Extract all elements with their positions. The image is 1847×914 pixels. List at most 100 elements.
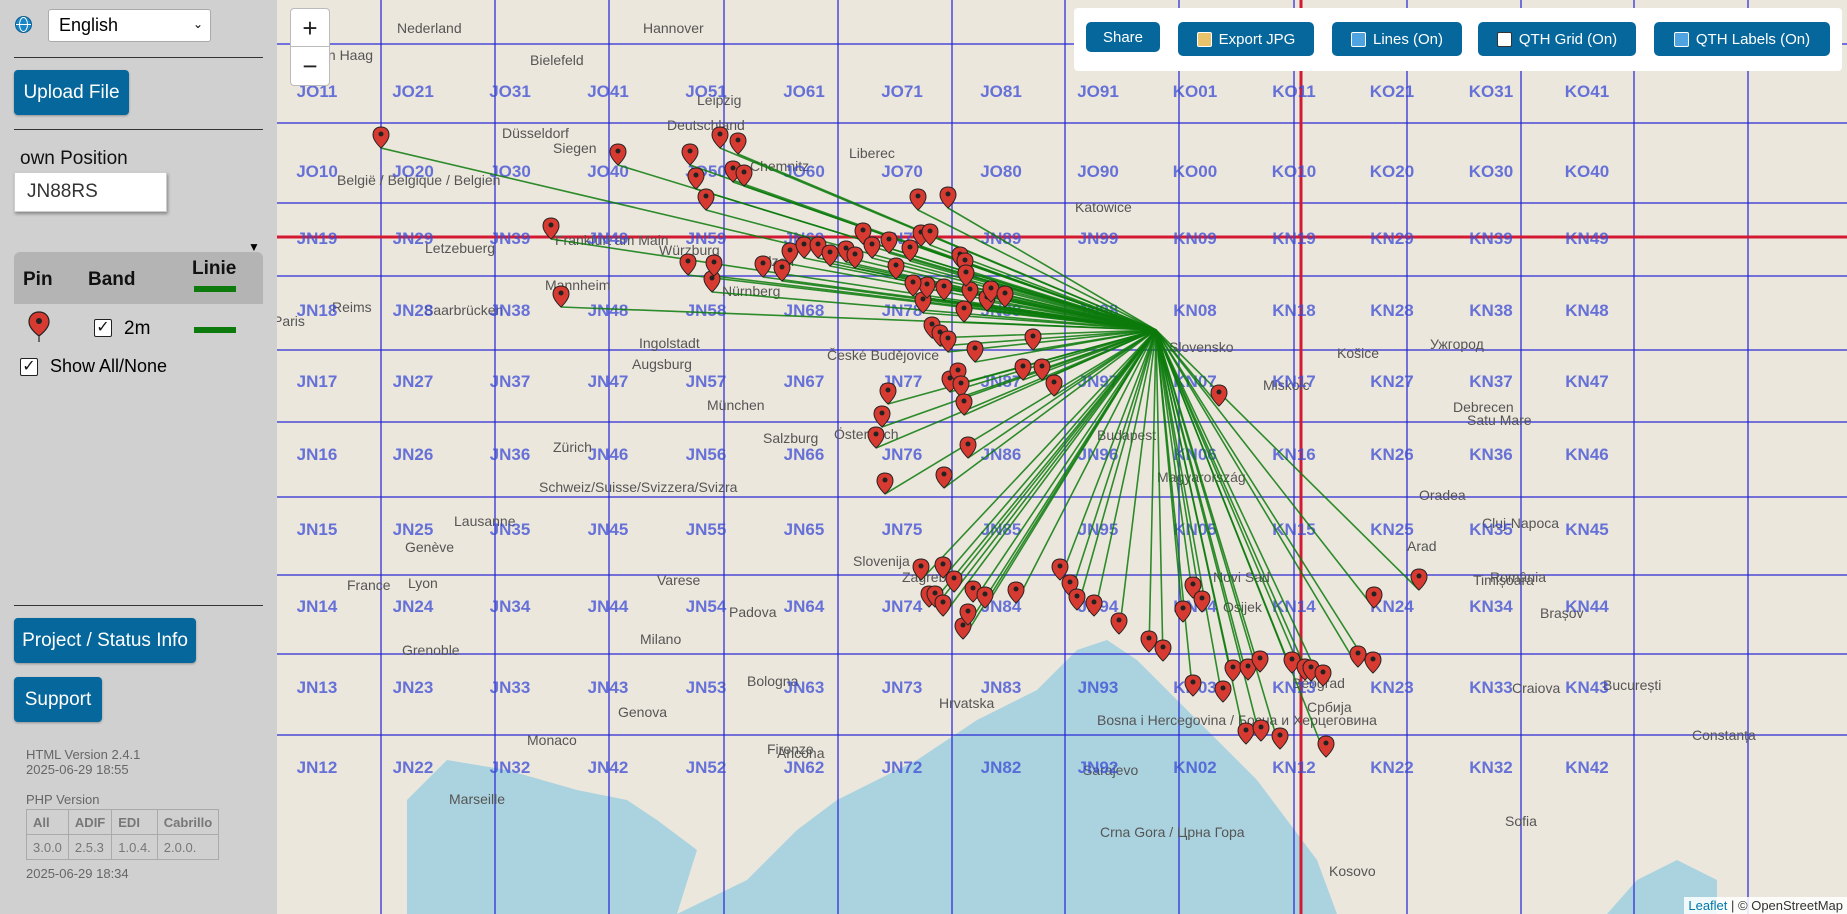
support-button[interactable]: Support: [14, 677, 102, 722]
qth-grid-label: KO30: [1469, 162, 1513, 181]
map-toolbar: Share Export JPG Lines (On) QTH Grid (On…: [1074, 8, 1842, 71]
qth-grid-label: JN93: [1078, 678, 1119, 697]
qth-grid-label: JN73: [882, 678, 923, 697]
qth-grid-label: JO91: [1077, 82, 1119, 101]
qth-grid-label: KN19: [1272, 229, 1315, 248]
place-label: Letzebuerg: [425, 240, 495, 256]
qth-grid-label: JN16: [297, 445, 338, 464]
band-label: 2m: [124, 318, 151, 339]
qth-grid-label: KN28: [1370, 301, 1413, 320]
qth-grid-label: JN92: [1078, 758, 1119, 777]
qth-grid-label: KO11: [1272, 82, 1315, 101]
qth-grid-label: JN53: [686, 678, 727, 697]
qth-grid-label: JN33: [490, 678, 531, 697]
qth-grid-label: JN42: [588, 758, 629, 777]
band-line-swatch[interactable]: [194, 327, 236, 333]
arrow-right-icon: [1350, 31, 1366, 47]
place-label: Bosna i Hercegovina / Босна и Херцеговин…: [1097, 712, 1377, 728]
place-label: Siegen: [553, 140, 597, 156]
qth-grid-label: JN83: [981, 678, 1022, 697]
qth-grid-label: JN12: [297, 758, 338, 777]
leaflet-link[interactable]: Leaflet: [1688, 898, 1727, 913]
qth-grid-label: JN34: [490, 597, 531, 616]
place-label: Nederland: [397, 20, 462, 36]
upload-file-button[interactable]: Upload File: [14, 70, 129, 115]
globe-icon: [15, 16, 32, 33]
qth-grid-label: KN26: [1370, 445, 1413, 464]
qth-grid-label: KN18: [1272, 301, 1315, 320]
qth-grid-label: JN32: [490, 758, 531, 777]
qth-grid-label: JN67: [784, 372, 825, 391]
qth-grid-label: JO41: [587, 82, 629, 101]
qth-grid-label: JN13: [297, 678, 338, 697]
qth-grid-label: KO20: [1370, 162, 1414, 181]
qth-grid-label: JO10: [296, 162, 338, 181]
version-header-edi: EDI: [111, 809, 158, 835]
qth-labels-toggle-button[interactable]: QTH Labels (On): [1654, 22, 1830, 56]
version-header-adif: ADIF: [67, 809, 113, 835]
qth-grid-label: JN57: [686, 372, 727, 391]
qth-grid-label: JN54: [686, 597, 727, 616]
qth-grid-label: KN39: [1469, 229, 1512, 248]
qth-grid-label: JN52: [686, 758, 727, 777]
php-date: 2025-06-29 18:34: [26, 866, 129, 881]
place-label: Varese: [657, 572, 701, 588]
project-status-button[interactable]: Project / Status Info: [14, 618, 196, 663]
place-label: Kosovo: [1329, 863, 1376, 879]
qth-grid-label: JN26: [393, 445, 434, 464]
place-label: Düsseldorf: [502, 125, 569, 141]
qth-grid-label: KN38: [1469, 301, 1512, 320]
qth-grid-label: JO51: [685, 82, 727, 101]
qth-grid-toggle-button[interactable]: QTH Grid (On): [1478, 22, 1636, 56]
qth-grid-label: KN09: [1173, 229, 1216, 248]
qth-grid-label: KN34: [1469, 597, 1513, 616]
export-jpg-button[interactable]: Export JPG: [1178, 22, 1314, 56]
place-label: Monaco: [527, 732, 577, 748]
place-label: Hannover: [643, 20, 704, 36]
place-label: Reims: [332, 299, 372, 315]
own-position-input[interactable]: JN88RS: [14, 172, 167, 212]
line-header: Linie: [192, 258, 237, 279]
qth-grid-label: KN45: [1565, 520, 1608, 539]
qth-grid-label: JO70: [881, 162, 923, 181]
place-label: Grenoble: [402, 642, 460, 658]
place-label: Satu Mare: [1467, 412, 1532, 428]
band-checkbox[interactable]: ✓: [94, 319, 112, 337]
grid-square-icon: [1496, 31, 1512, 47]
map-canvas[interactable]: Nederland Hannover Den Haag Bielefeld Leipzi…: [277, 0, 1847, 914]
lines-toggle-button[interactable]: Lines (On): [1332, 22, 1462, 56]
place-label: Salzburg: [763, 430, 818, 446]
share-button[interactable]: Share: [1086, 22, 1160, 52]
qth-grid-label: JN18: [297, 301, 338, 320]
qth-grid-label: KN46: [1565, 445, 1608, 464]
place-label: Deutschland: [667, 117, 745, 133]
place-label: France: [347, 577, 391, 593]
line-color-swatch: [194, 286, 236, 292]
qth-grid-label: JN29: [393, 229, 434, 248]
map-pin-icon: [28, 311, 50, 342]
qth-grid-label: JO61: [783, 82, 825, 101]
place-label: Ужгород: [1430, 336, 1484, 352]
qth-grid-label: JN47: [588, 372, 629, 391]
qth-grid-label: KO21: [1370, 82, 1414, 101]
place-label: Liberec: [849, 145, 895, 161]
place-label: Sofia: [1505, 813, 1537, 829]
qth-grid-label: JN35: [490, 520, 531, 539]
qth-grid-label: KN16: [1272, 445, 1315, 464]
qth-grid-label: JN66: [784, 445, 825, 464]
show-all-checkbox[interactable]: ✓: [20, 358, 38, 376]
qth-grid-label: JO71: [881, 82, 923, 101]
qth-grid-label: JN74: [882, 597, 923, 616]
qth-grid-label: KN23: [1370, 678, 1413, 697]
qth-grid-label: KN32: [1469, 758, 1512, 777]
qth-grid-label: JN45: [588, 520, 629, 539]
qth-grid-label: KO10: [1272, 162, 1316, 181]
zoom-in-button[interactable]: +: [290, 8, 330, 48]
qth-grid-label: JN75: [882, 520, 923, 539]
qth-grid-label: JN22: [393, 758, 434, 777]
language-select[interactable]: English ⌄: [48, 9, 211, 42]
zoom-out-button[interactable]: −: [290, 46, 330, 86]
place-label: Craiova: [1512, 680, 1560, 696]
place-label: Lyon: [408, 575, 438, 591]
qth-grid-label: KN17: [1272, 372, 1315, 391]
